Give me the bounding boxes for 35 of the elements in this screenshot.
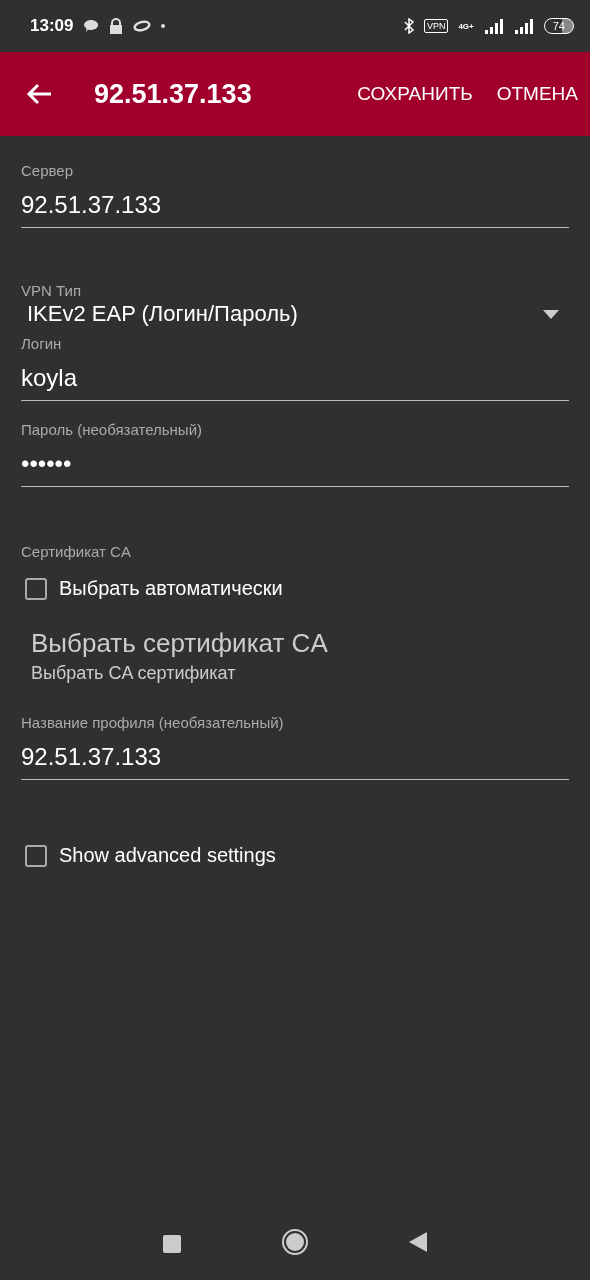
battery-indicator: 74 xyxy=(543,18,574,34)
back-icon[interactable] xyxy=(26,83,52,105)
lock-icon xyxy=(109,18,124,34)
vpn-badge: VPN xyxy=(423,19,449,33)
field-label: VPN Тип xyxy=(21,282,82,299)
input-field[interactable]: 92.51.37.133 xyxy=(21,187,569,228)
password-field[interactable]: •••••• xyxy=(21,446,569,487)
status-time: 13:09 xyxy=(30,16,74,36)
action-button[interactable]: ОТМЕНА xyxy=(496,77,578,111)
dropdown-arrow-icon xyxy=(543,309,559,319)
checkbox[interactable] xyxy=(25,577,47,600)
chat-icon xyxy=(83,19,100,33)
field-label: Логин xyxy=(21,335,63,352)
field-label: Название профиля (необязательный) xyxy=(21,714,285,731)
bluetooth-icon xyxy=(403,18,414,34)
network-type: 4G+ xyxy=(458,21,474,31)
checkbox-label: Выбрать автоматически xyxy=(59,577,283,600)
input-field[interactable]: koyla xyxy=(21,360,569,401)
field-label: Пароль (необязательный) xyxy=(21,421,203,438)
section-label: Сертификат CA xyxy=(21,543,132,560)
screen-title: 92.51.37.133 xyxy=(94,78,253,110)
signal-icon xyxy=(483,18,504,34)
checkbox-label: Show advanced settings xyxy=(59,844,276,867)
back-nav-icon[interactable] xyxy=(409,1232,427,1252)
field-label: Сервер xyxy=(21,162,74,179)
certificate-picker-title[interactable]: Выбрать сертификат CA xyxy=(31,628,569,659)
home-icon[interactable] xyxy=(281,1228,309,1256)
checkbox[interactable] xyxy=(25,844,47,867)
action-button[interactable]: СОХРАНИТЬ xyxy=(357,77,473,111)
certificate-picker-subtitle: Выбрать CA сертификат xyxy=(31,663,237,684)
ring-icon xyxy=(133,20,152,32)
input-field[interactable]: 92.51.37.133 xyxy=(21,739,569,780)
dot-icon xyxy=(161,24,166,28)
dropdown[interactable]: IKEv2 EAP (Логин/Пароль) xyxy=(21,299,569,327)
signal-icon xyxy=(513,18,534,34)
